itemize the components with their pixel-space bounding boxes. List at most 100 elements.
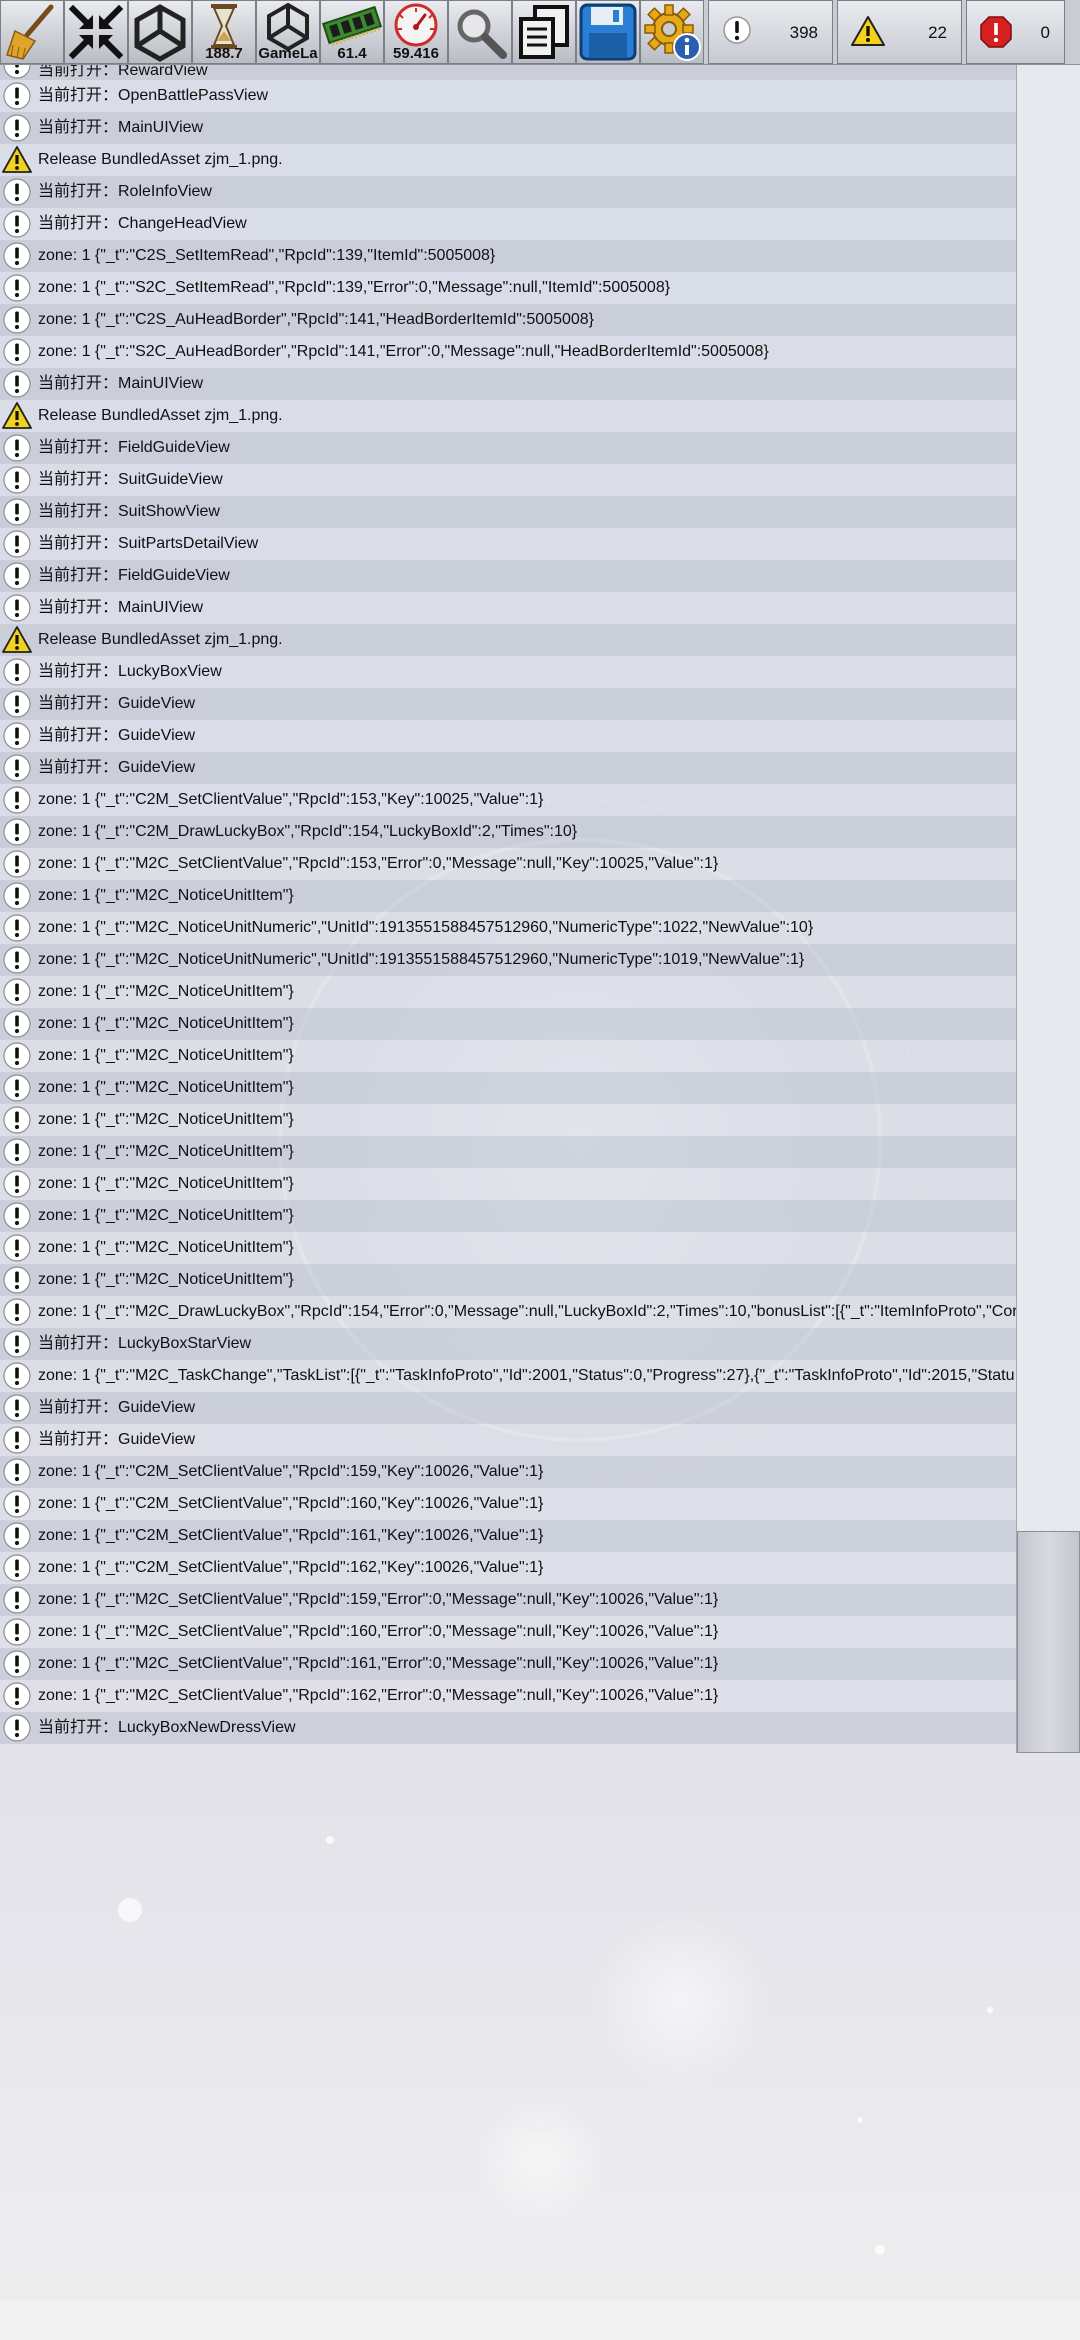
console-log-list[interactable]: 当前打开：RewardView 当前打开：OpenBattlePassView 当前… (0, 64, 1016, 1753)
time-button[interactable]: 188.7 (192, 0, 256, 64)
info-icon (2, 1233, 32, 1263)
log-entry[interactable]: zone: 1 {"_t":"M2C_NoticeUnitNumeric","U… (0, 912, 1016, 944)
fps-value: 59.416 (393, 46, 439, 62)
info-icon (2, 689, 32, 719)
log-entry[interactable]: 当前打开：MainUIView (0, 368, 1016, 400)
log-entry[interactable]: 当前打开：SuitPartsDetailView (0, 528, 1016, 560)
log-entry[interactable]: 当前打开：GuideView (0, 688, 1016, 720)
log-message: zone: 1 {"_t":"M2C_NoticeUnitItem"} (38, 1079, 294, 1096)
collapse-arrows-icon (68, 4, 124, 60)
log-message: zone: 1 {"_t":"M2C_SetClientValue","RpcI… (38, 1687, 719, 1704)
log-message: zone: 1 {"_t":"M2C_SetClientValue","RpcI… (38, 855, 719, 872)
log-entry[interactable]: zone: 1 {"_t":"M2C_NoticeUnitItem"} (0, 1040, 1016, 1072)
log-entry[interactable]: 当前打开：OpenBattlePassView (0, 80, 1016, 112)
log-entry[interactable]: zone: 1 {"_t":"M2C_SetClientValue","RpcI… (0, 1648, 1016, 1680)
log-entry[interactable]: zone: 1 {"_t":"C2M_SetClientValue","RpcI… (0, 1552, 1016, 1584)
log-entry[interactable]: 当前打开：FieldGuideView (0, 560, 1016, 592)
log-entry[interactable]: zone: 1 {"_t":"M2C_NoticeUnitItem"} (0, 976, 1016, 1008)
log-entry[interactable]: zone: 1 {"_t":"M2C_SetClientValue","RpcI… (0, 1680, 1016, 1712)
log-entry[interactable]: 当前打开：SuitGuideView (0, 464, 1016, 496)
unity-button[interactable] (128, 0, 192, 64)
log-entry[interactable]: zone: 1 {"_t":"S2C_SetItemRead","RpcId":… (0, 272, 1016, 304)
gamelayer-button[interactable]: GameLa (256, 0, 320, 64)
info-icon (2, 64, 32, 80)
log-message: zone: 1 {"_t":"M2C_NoticeUnitNumeric","U… (38, 951, 805, 968)
console-scrollbar[interactable] (1016, 64, 1080, 1753)
info-icon (2, 1009, 32, 1039)
log-entry[interactable]: 当前打开：GuideView (0, 1424, 1016, 1456)
log-entry[interactable]: zone: 1 {"_t":"M2C_NoticeUnitItem"} (0, 1200, 1016, 1232)
log-entry[interactable]: zone: 1 {"_t":"M2C_NoticeUnitItem"} (0, 1072, 1016, 1104)
warning-icon (2, 145, 32, 175)
info-icon (2, 1521, 32, 1551)
memory-value: 61.4 (337, 46, 367, 62)
gamelayer-label: GameLa (258, 46, 318, 62)
log-entry[interactable]: zone: 1 {"_t":"M2C_SetClientValue","RpcI… (0, 1584, 1016, 1616)
log-entry[interactable]: Release BundledAsset zjm_1.png. (0, 624, 1016, 656)
log-entry[interactable]: zone: 1 {"_t":"M2C_SetClientValue","RpcI… (0, 848, 1016, 880)
log-entry[interactable]: zone: 1 {"_t":"M2C_NoticeUnitItem"} (0, 1136, 1016, 1168)
info-icon (2, 945, 32, 975)
collapse-button[interactable] (64, 0, 128, 64)
log-entry[interactable]: 当前打开：GuideView (0, 752, 1016, 784)
info-icon (2, 1681, 32, 1711)
log-entry[interactable]: 当前打开：MainUIView (0, 112, 1016, 144)
log-entry[interactable]: zone: 1 {"_t":"M2C_SetClientValue","RpcI… (0, 1616, 1016, 1648)
info-count: 398 (789, 23, 818, 42)
log-message: zone: 1 {"_t":"M2C_NoticeUnitItem"} (38, 983, 294, 1000)
fps-button[interactable]: 59.416 (384, 0, 448, 64)
log-message: zone: 1 {"_t":"M2C_NoticeUnitItem"} (38, 1239, 294, 1256)
log-entry[interactable]: 当前打开：MainUIView (0, 592, 1016, 624)
log-entry[interactable]: 当前打开：LuckyBoxView (0, 656, 1016, 688)
log-entry[interactable]: zone: 1 {"_t":"M2C_NoticeUnitItem"} (0, 1232, 1016, 1264)
clear-button[interactable] (0, 0, 64, 64)
log-entry[interactable]: 当前打开：GuideView (0, 720, 1016, 752)
log-entry[interactable]: 当前打开：SuitShowView (0, 496, 1016, 528)
log-entry[interactable]: 当前打开：RewardView (0, 64, 1016, 80)
error-filter-toggle[interactable]: 0 (966, 0, 1065, 64)
error-count: 0 (1040, 23, 1050, 42)
info-icon (2, 1553, 32, 1583)
log-entry[interactable]: 当前打开：GuideView (0, 1392, 1016, 1424)
log-entry[interactable]: Release BundledAsset zjm_1.png. (0, 400, 1016, 432)
info-icon (2, 529, 32, 559)
log-entry[interactable]: zone: 1 {"_t":"C2S_AuHeadBorder","RpcId"… (0, 304, 1016, 336)
log-entry[interactable]: 当前打开：ChangeHeadView (0, 208, 1016, 240)
log-entry[interactable]: zone: 1 {"_t":"C2M_DrawLuckyBox","RpcId"… (0, 816, 1016, 848)
copy-button[interactable] (512, 0, 576, 64)
info-filter-toggle[interactable]: 398 (708, 0, 833, 64)
log-entry[interactable]: zone: 1 {"_t":"M2C_NoticeUnitItem"} (0, 880, 1016, 912)
scrollbar-thumb[interactable] (1017, 1531, 1080, 1753)
log-entry[interactable]: zone: 1 {"_t":"S2C_AuHeadBorder","RpcId"… (0, 336, 1016, 368)
log-entry[interactable]: zone: 1 {"_t":"C2M_SetClientValue","RpcI… (0, 1456, 1016, 1488)
error-icon (980, 16, 1012, 48)
memory-button[interactable]: 61.4 (320, 0, 384, 64)
warning-icon (2, 625, 32, 655)
log-entry[interactable]: zone: 1 {"_t":"M2C_NoticeUnitItem"} (0, 1168, 1016, 1200)
log-entry[interactable]: 当前打开：LuckyBoxStarView (0, 1328, 1016, 1360)
log-entry[interactable]: zone: 1 {"_t":"M2C_NoticeUnitNumeric","U… (0, 944, 1016, 976)
log-entry[interactable]: zone: 1 {"_t":"M2C_NoticeUnitItem"} (0, 1008, 1016, 1040)
log-entry[interactable]: 当前打开：LuckyBoxNewDressView (0, 1712, 1016, 1744)
log-message: zone: 1 {"_t":"M2C_NoticeUnitItem"} (38, 1111, 294, 1128)
save-button[interactable] (576, 0, 640, 64)
log-entry[interactable]: zone: 1 {"_t":"C2S_SetItemRead","RpcId":… (0, 240, 1016, 272)
log-entry[interactable]: zone: 1 {"_t":"M2C_TaskChange","TaskList… (0, 1360, 1016, 1392)
log-entry[interactable]: 当前打开：RoleInfoView (0, 176, 1016, 208)
log-message: 当前打开：GuideView (38, 727, 196, 744)
settings-button[interactable] (640, 0, 704, 64)
info-icon (2, 1265, 32, 1295)
log-entry[interactable]: 当前打开：FieldGuideView (0, 432, 1016, 464)
warning-filter-toggle[interactable]: 22 (837, 0, 962, 64)
log-entry[interactable]: zone: 1 {"_t":"M2C_NoticeUnitItem"} (0, 1104, 1016, 1136)
log-entry[interactable]: zone: 1 {"_t":"C2M_SetClientValue","RpcI… (0, 1520, 1016, 1552)
info-icon (2, 465, 32, 495)
log-entry[interactable]: zone: 1 {"_t":"C2M_SetClientValue","RpcI… (0, 1488, 1016, 1520)
log-entry[interactable]: zone: 1 {"_t":"C2M_SetClientValue","RpcI… (0, 784, 1016, 816)
log-entry[interactable]: Release BundledAsset zjm_1.png. (0, 144, 1016, 176)
log-entry[interactable]: zone: 1 {"_t":"M2C_DrawLuckyBox","RpcId"… (0, 1296, 1016, 1328)
info-icon (2, 721, 32, 751)
search-button[interactable] (448, 0, 512, 64)
info-icon (2, 337, 32, 367)
log-entry[interactable]: zone: 1 {"_t":"M2C_NoticeUnitItem"} (0, 1264, 1016, 1296)
